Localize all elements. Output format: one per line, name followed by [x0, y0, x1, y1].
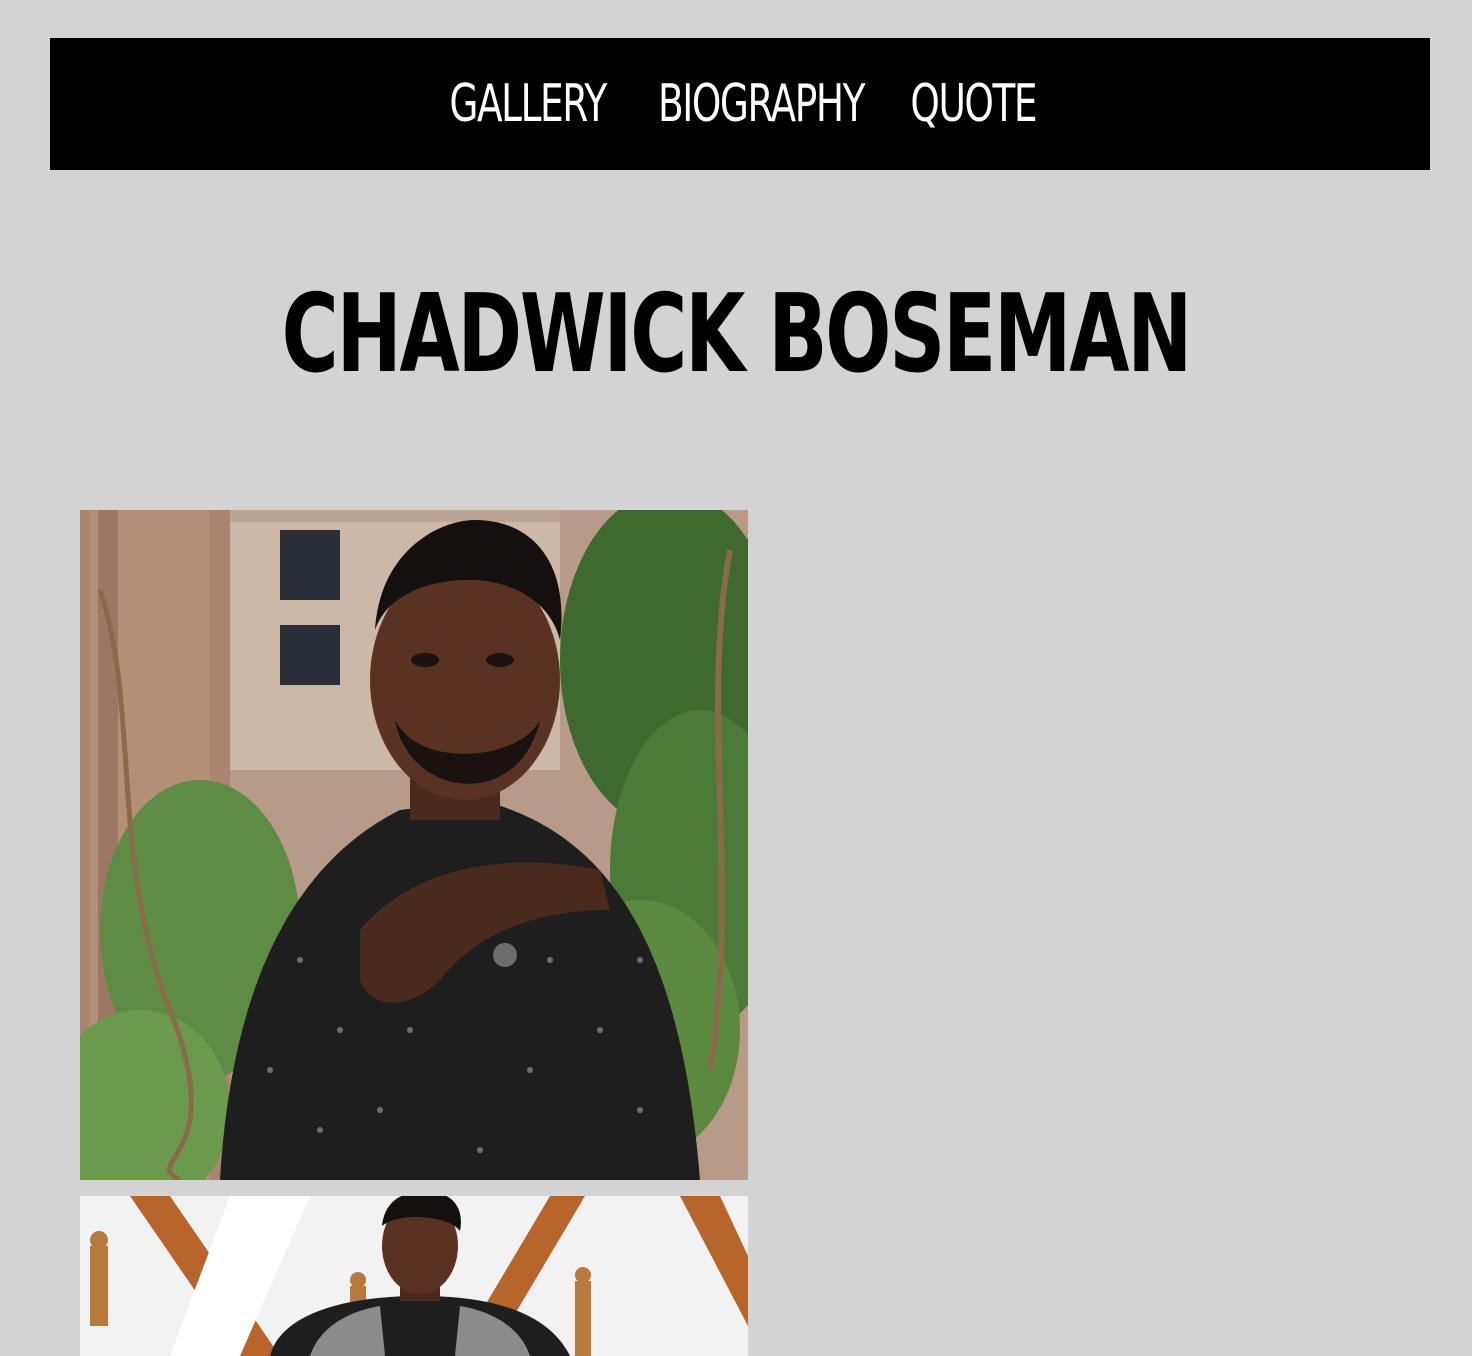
- page-title: CHADWICK BOSEMAN: [0, 270, 1472, 400]
- red-carpet-photo-illustration: [80, 1196, 748, 1356]
- gallery-photo-portrait: [80, 510, 748, 1180]
- nav-link-gallery[interactable]: GALLERY: [449, 78, 607, 130]
- gallery-photo-red-carpet: [80, 1196, 748, 1356]
- page-title-text: CHADWICK BOSEMAN: [281, 272, 1193, 397]
- nav-link-biography[interactable]: BIOGRAPHY: [658, 78, 865, 130]
- top-navigation-bar: GALLERY BIOGRAPHY QUOTE: [50, 38, 1430, 170]
- portrait-photo-illustration: [80, 510, 748, 1180]
- nav-link-quote[interactable]: QUOTE: [911, 78, 1038, 130]
